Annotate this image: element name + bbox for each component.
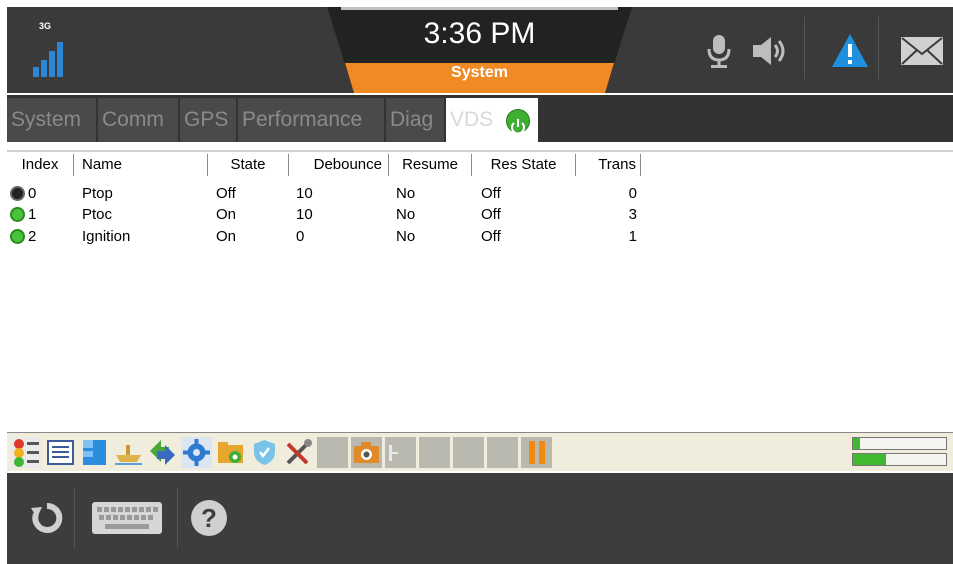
cell-state: On [216, 228, 237, 245]
divider [177, 488, 178, 548]
refresh-icon[interactable] [27, 498, 67, 538]
cell-name: Ptoc [82, 206, 113, 223]
cell-debounce: 10 [296, 185, 313, 202]
document-icon[interactable] [385, 437, 416, 468]
level-meter-fill [853, 454, 886, 465]
cell-resume: No [396, 228, 416, 245]
signal-bar [49, 51, 55, 77]
status-bar: 3G 3:36 PM System [7, 7, 953, 93]
ship-icon[interactable] [113, 437, 144, 468]
blank-tool-button[interactable] [419, 437, 450, 468]
divider [804, 17, 805, 79]
tab-label: GPS [184, 108, 229, 131]
tab-diag[interactable]: Diag [386, 98, 444, 142]
signal-bar [41, 60, 47, 77]
cell-name: Ignition [82, 228, 131, 245]
tab-bar: System Comm GPS Performance Diag VDS [7, 95, 953, 142]
microphone-icon[interactable] [699, 31, 739, 71]
power-icon [506, 109, 530, 135]
status-led-icon [10, 186, 25, 201]
warning-icon[interactable] [830, 31, 870, 71]
tab-system[interactable]: System [7, 98, 96, 142]
clock-panel: 3:36 PM System [327, 7, 632, 93]
signal-bar [33, 67, 39, 77]
cell-trans: 3 [628, 206, 637, 223]
context-label: System [451, 64, 508, 81]
tab-comm[interactable]: Comm [98, 98, 178, 142]
tab-label: System [11, 108, 82, 131]
status-led-icon [10, 229, 25, 244]
level-meter-fill [853, 438, 861, 449]
table-row[interactable]: 0 Ptop Off 10 No Off 0 [7, 184, 953, 204]
cell-trans: 1 [628, 228, 637, 245]
grid-icon[interactable] [79, 437, 110, 468]
cell-res-state: Off [481, 185, 501, 202]
cell-debounce: 0 [296, 228, 305, 245]
cell-index: 0 [28, 185, 37, 202]
column-header-trans[interactable]: Trans [576, 154, 641, 176]
cell-resume: No [396, 185, 416, 202]
tools-icon[interactable] [283, 437, 314, 468]
column-header-state[interactable]: State [208, 154, 289, 176]
pause-icon[interactable] [521, 437, 552, 468]
tab-label: Comm [102, 108, 164, 131]
list-icon[interactable] [45, 437, 76, 468]
blank-tool-button[interactable] [453, 437, 484, 468]
cell-state: On [216, 206, 237, 223]
cell-name: Ptop [82, 185, 113, 202]
cell-res-state: Off [481, 206, 501, 223]
blank-tool-button[interactable] [487, 437, 518, 468]
shield-icon[interactable] [249, 437, 280, 468]
divider [878, 17, 879, 79]
column-header-res-state[interactable]: Res State [472, 154, 576, 176]
signal-strength-icon: 3G [27, 21, 71, 77]
level-meter-bar [852, 437, 947, 450]
cell-state: Off [216, 185, 236, 202]
column-header-resume[interactable]: Resume [389, 154, 472, 176]
column-header-name[interactable]: Name [74, 154, 208, 176]
tab-label: VDS [450, 108, 494, 131]
keyboard-icon[interactable] [91, 498, 163, 538]
signal-bar [57, 42, 63, 77]
settings-icon[interactable] [181, 437, 212, 468]
help-icon[interactable]: ? [191, 500, 227, 536]
footer-bar: ? [7, 473, 953, 564]
tab-vds[interactable]: VDS [446, 98, 538, 142]
column-header-debounce[interactable]: Debounce [289, 154, 389, 176]
cell-trans: 0 [628, 185, 637, 202]
transfer-icon[interactable] [147, 437, 178, 468]
table-row[interactable]: 2 Ignition On 0 No Off 1 [7, 227, 953, 247]
tab-performance[interactable]: Performance [238, 98, 384, 142]
cell-index: 1 [28, 206, 37, 223]
column-header-index[interactable]: Index [7, 154, 74, 176]
mail-icon[interactable] [899, 31, 945, 71]
speaker-icon[interactable] [749, 31, 789, 71]
tab-label: Performance [242, 108, 363, 131]
photo-folder-icon[interactable] [215, 437, 246, 468]
clock-time: 3:36 PM [423, 17, 536, 50]
table-row[interactable]: 1 Ptoc On 10 No Off 3 [7, 205, 953, 225]
blank-tool-button[interactable] [317, 437, 348, 468]
level-meter-bar [852, 453, 947, 466]
tab-label: Diag [390, 108, 434, 131]
cell-index: 2 [28, 228, 37, 245]
toolbar [7, 433, 953, 471]
level-meter [852, 437, 947, 467]
camera-icon[interactable] [351, 437, 382, 468]
status-led-icon [10, 207, 25, 222]
tab-gps[interactable]: GPS [180, 98, 236, 142]
divider [74, 488, 75, 548]
vds-table: Index Name State Debounce Resume Res Sta… [7, 150, 953, 435]
cell-res-state: Off [481, 228, 501, 245]
cell-resume: No [396, 206, 416, 223]
network-type-label: 3G [39, 21, 52, 31]
cell-debounce: 10 [296, 206, 313, 223]
status-lights-icon[interactable] [11, 437, 42, 468]
